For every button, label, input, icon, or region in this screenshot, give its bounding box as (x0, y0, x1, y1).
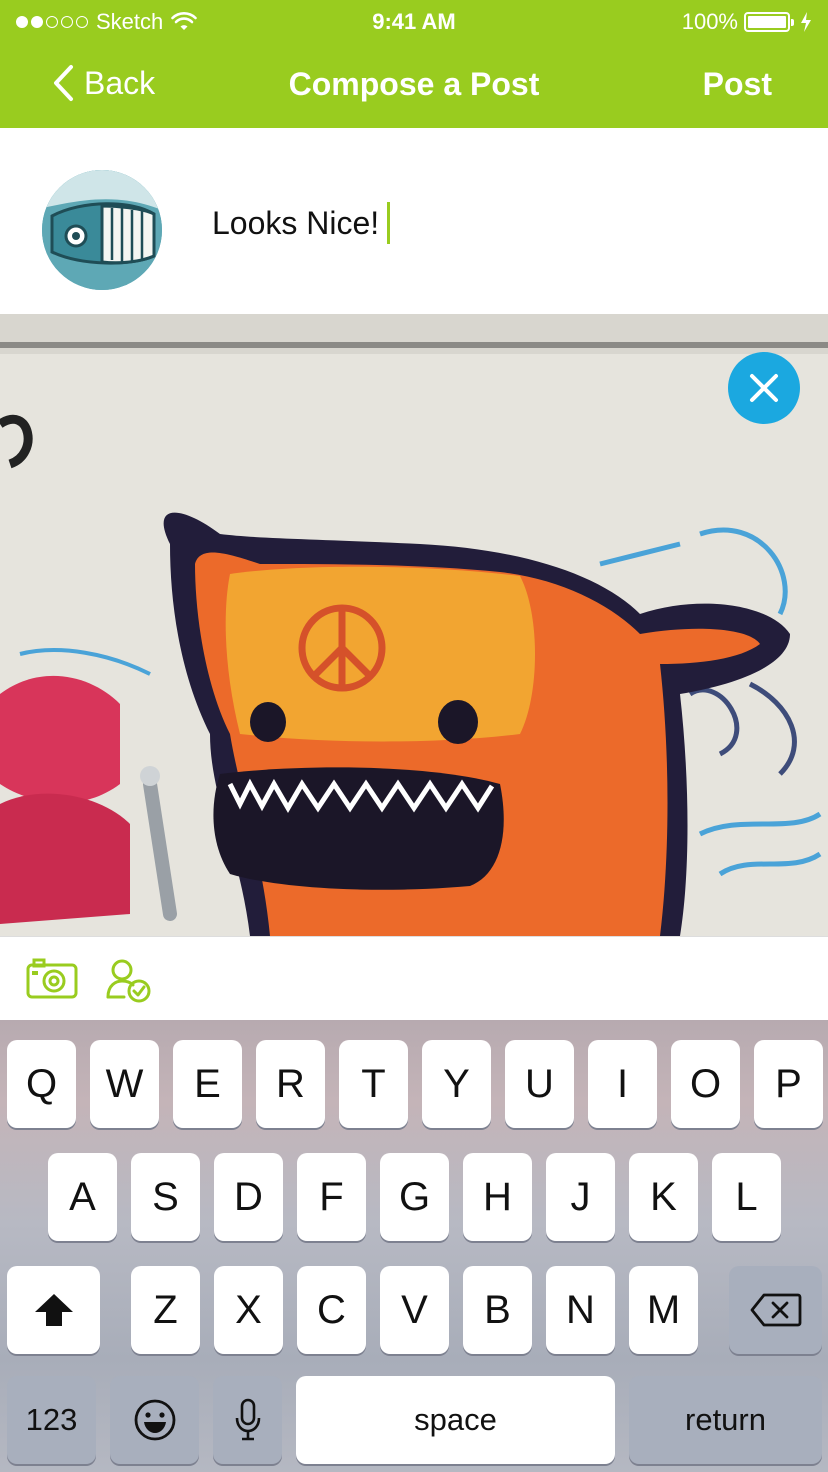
attached-photo (0, 314, 828, 936)
back-button[interactable]: Back (52, 64, 155, 102)
shift-arrow-icon (34, 1294, 73, 1326)
key-r[interactable]: R (256, 1040, 325, 1128)
status-right: 100% (682, 9, 812, 35)
delete-key[interactable] (729, 1266, 822, 1354)
key-d[interactable]: D (214, 1153, 283, 1241)
status-bar: Sketch 9:41 AM 100% (0, 0, 828, 44)
dictation-key[interactable] (213, 1376, 282, 1464)
camera-button[interactable] (26, 957, 78, 1004)
key-l[interactable]: L (712, 1153, 781, 1241)
key-o[interactable]: O (671, 1040, 740, 1128)
key-m[interactable]: M (629, 1266, 698, 1354)
post-text-input[interactable]: Looks Nice! (212, 202, 391, 244)
bolt-icon (801, 12, 811, 32)
key-t[interactable]: T (339, 1040, 408, 1128)
key-s[interactable]: S (131, 1153, 200, 1241)
emoji-key[interactable] (110, 1376, 199, 1464)
backspace-icon (750, 1293, 801, 1327)
space-key[interactable]: space (296, 1376, 615, 1464)
key-u[interactable]: U (505, 1040, 574, 1128)
camera-icon (26, 958, 78, 999)
key-n[interactable]: N (546, 1266, 615, 1354)
post-button[interactable]: Post (703, 66, 772, 103)
key-y[interactable]: Y (422, 1040, 491, 1128)
avatar (42, 170, 162, 290)
graffiti-image (0, 314, 828, 936)
smiley-icon (134, 1399, 175, 1441)
key-b[interactable]: B (463, 1266, 532, 1354)
close-icon (750, 374, 778, 402)
key-h[interactable]: H (463, 1153, 532, 1241)
compose-area: Looks Nice! (0, 128, 828, 314)
key-q[interactable]: Q (7, 1040, 76, 1128)
key-z[interactable]: Z (131, 1266, 200, 1354)
nav-bar: Back Compose a Post Post (0, 44, 828, 128)
tag-user-button[interactable] (106, 959, 152, 1008)
microphone-icon (235, 1398, 260, 1441)
chevron-left-icon (54, 65, 73, 101)
shift-key[interactable] (7, 1266, 100, 1354)
battery-icon (744, 12, 794, 32)
key-w[interactable]: W (90, 1040, 159, 1128)
back-label: Back (84, 64, 156, 101)
key-j[interactable]: J (546, 1153, 615, 1241)
numbers-key[interactable]: 123 (7, 1376, 96, 1464)
attachment-toolbar (0, 936, 828, 1020)
key-i[interactable]: I (588, 1040, 657, 1128)
keyboard: Q W E R T Y U I O P A S D F G H J K L Z … (0, 1020, 828, 1472)
key-v[interactable]: V (380, 1266, 449, 1354)
key-e[interactable]: E (173, 1040, 242, 1128)
key-a[interactable]: A (48, 1153, 117, 1241)
return-key[interactable]: return (629, 1376, 822, 1464)
post-text-value: Looks Nice! (212, 204, 380, 241)
key-c[interactable]: C (297, 1266, 366, 1354)
top-bar: Sketch 9:41 AM 100% Back Compose a Post … (0, 0, 828, 128)
key-k[interactable]: K (629, 1153, 698, 1241)
remove-photo-button[interactable] (728, 352, 800, 424)
avatar-illustration (42, 170, 162, 290)
text-caret (387, 202, 391, 244)
key-p[interactable]: P (754, 1040, 823, 1128)
battery-percent: 100% (681, 9, 738, 34)
key-x[interactable]: X (214, 1266, 283, 1354)
user-check-icon (106, 959, 151, 1003)
key-g[interactable]: G (380, 1153, 449, 1241)
key-f[interactable]: F (297, 1153, 366, 1241)
